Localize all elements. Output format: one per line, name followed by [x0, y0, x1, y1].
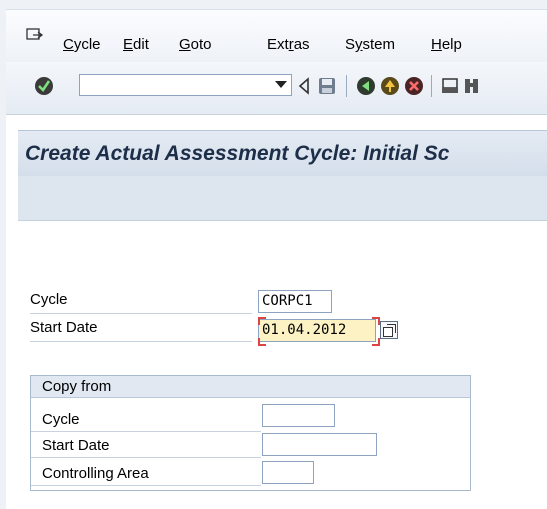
required-marker [258, 338, 266, 346]
group-title: Copy from [42, 378, 112, 395]
system-menu-icon[interactable] [26, 28, 44, 44]
copy-from-group: Copy from Cycle Start Date Controlling A… [30, 375, 471, 491]
menu-cycle[interactable]: Cycle [63, 36, 101, 53]
toolbar-separator [431, 75, 432, 97]
row-divider [31, 485, 261, 486]
application-toolbar [18, 176, 547, 221]
command-field[interactable] [79, 74, 292, 96]
copy-cycle-label: Cycle [42, 411, 80, 428]
value-help-button[interactable] [380, 321, 398, 339]
menu-extras[interactable]: Extras [267, 36, 310, 53]
controlling-area-label: Controlling Area [42, 465, 149, 482]
standard-toolbar [6, 62, 547, 115]
required-marker [372, 338, 380, 346]
enter-check-icon[interactable] [34, 76, 54, 96]
screen-title-bar: Create Actual Assessment Cycle: Initial … [18, 130, 547, 177]
menu-help[interactable]: Help [431, 36, 462, 53]
row-divider [31, 431, 261, 432]
back-icon[interactable] [356, 76, 376, 96]
toolbar-separator [346, 75, 347, 97]
start-date-field[interactable]: 01.04.2012 [258, 319, 376, 342]
required-marker [258, 317, 266, 325]
copy-start-date-field[interactable] [262, 433, 377, 456]
row-divider [30, 341, 252, 342]
row-divider [30, 313, 252, 314]
find-icon[interactable] [464, 76, 480, 96]
save-icon[interactable] [317, 76, 337, 96]
window-top-frame [0, 0, 547, 10]
copy-start-date-label: Start Date [42, 437, 110, 454]
menu-goto[interactable]: Goto [179, 36, 212, 53]
cycle-field[interactable]: CORPC1 [258, 290, 332, 313]
menu-edit[interactable]: Edit [123, 36, 149, 53]
start-date-label: Start Date [30, 319, 98, 336]
row-divider [31, 457, 261, 458]
copy-cycle-field[interactable] [262, 404, 335, 427]
controlling-area-field[interactable] [262, 461, 314, 484]
group-header: Copy from [31, 376, 470, 398]
print-icon[interactable] [440, 76, 460, 96]
back-triangle-icon[interactable] [298, 77, 310, 95]
cancel-icon[interactable] [404, 76, 424, 96]
chevron-down-icon[interactable] [275, 81, 287, 88]
cycle-label: Cycle [30, 291, 68, 308]
menu-system[interactable]: System [345, 36, 395, 53]
required-marker [372, 317, 380, 325]
page-title: Create Actual Assessment Cycle: Initial … [25, 142, 450, 165]
menu-bar: Cycle Edit Goto Extras System Help [6, 10, 547, 62]
exit-icon[interactable] [380, 76, 400, 96]
